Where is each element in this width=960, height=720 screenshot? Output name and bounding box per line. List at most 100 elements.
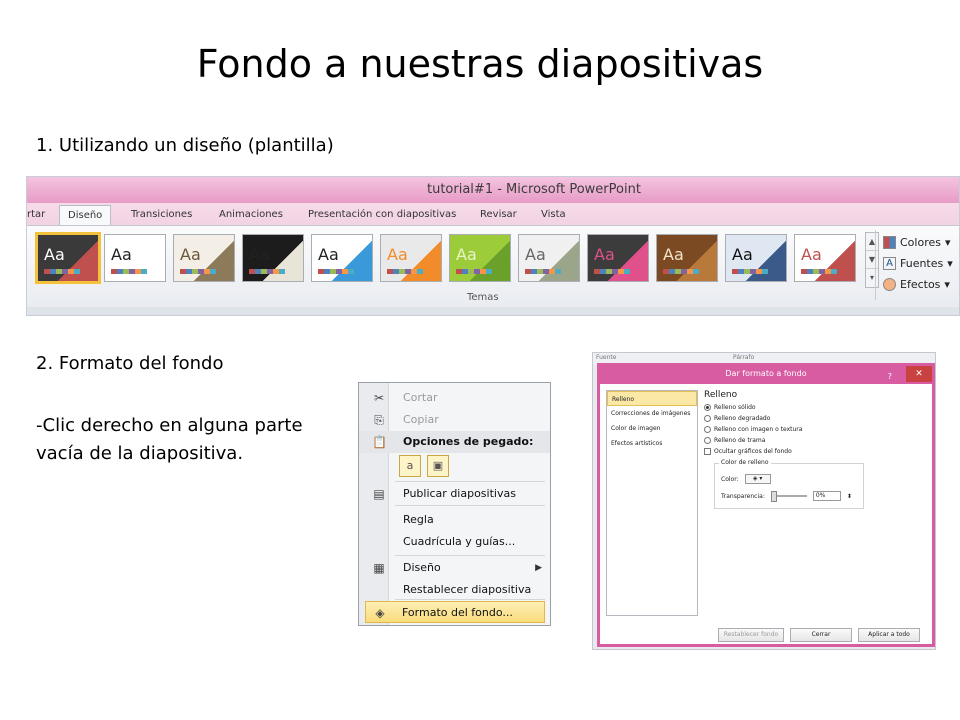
radio-icon	[704, 426, 711, 433]
theme-thumbnail-4[interactable]: Aa	[242, 234, 304, 282]
theme-sample-text: Aa	[525, 245, 546, 264]
theme-thumbnail-2[interactable]: Aa	[104, 234, 166, 282]
gallery-more-icon[interactable]: ▾	[866, 269, 878, 287]
group-label-temas: Temas	[467, 292, 499, 303]
menu-item-5[interactable]: Regla	[359, 509, 550, 531]
theme-color-swatches	[801, 269, 837, 274]
fill-pane: Relleno Relleno sólido Relleno degradado R…	[704, 390, 926, 616]
theme-sample-text: Aa	[387, 245, 408, 264]
theme-color-swatches	[180, 269, 216, 274]
efectos-button[interactable]: Efectos ▾	[883, 274, 953, 295]
theme-thumbnail-6[interactable]: Aa	[380, 234, 442, 282]
theme-color-swatches	[594, 269, 630, 274]
theme-thumbnail-9[interactable]: Aa	[587, 234, 649, 282]
layout-icon: ▦	[373, 561, 385, 575]
close-button[interactable]: Cerrar	[790, 628, 852, 642]
menu-item-label: Formato del fondo...	[402, 606, 513, 619]
theme-color-swatches	[732, 269, 768, 274]
gallery-down-icon[interactable]: ▼	[866, 251, 878, 269]
menu-item-label: Copiar	[403, 413, 439, 426]
theme-sample-text: Aa	[249, 245, 270, 264]
theme-thumbnail-11[interactable]: Aa	[725, 234, 787, 282]
chevron-down-icon: ▾	[944, 236, 951, 249]
colores-button[interactable]: Colores ▾	[883, 232, 953, 253]
nav-item-relleno[interactable]: Relleno	[607, 391, 697, 406]
close-icon[interactable]: ✕	[906, 366, 932, 382]
fill-option-1[interactable]: Relleno sólido	[704, 402, 926, 413]
color-picker-button[interactable]: ◈ ▾	[744, 474, 771, 484]
menu-item-2[interactable]: ⎘ Copiar	[359, 409, 550, 431]
fill-color-group: Color de relleno Color: ◈ ▾ Transparenci…	[714, 459, 864, 509]
theme-sample-text: Aa	[594, 245, 615, 264]
menu-item-9[interactable]: ◈ Formato del fondo...	[365, 601, 545, 623]
fill-option-3[interactable]: Relleno con imagen o textura	[704, 424, 926, 435]
radio-icon	[704, 404, 711, 411]
dialog-title: Dar formato a fondo	[725, 369, 807, 378]
tab-animaciones[interactable]: Animaciones	[219, 209, 283, 220]
reset-background-button[interactable]: Restablecer fondo	[718, 628, 784, 642]
menu-item-label: Diseño	[403, 561, 441, 574]
nav-item-correcciones[interactable]: Correcciones de imágenes	[607, 406, 697, 421]
fill-option-label: Relleno sólido	[714, 404, 756, 411]
window-title: tutorial#1 - Microsoft PowerPoint	[427, 182, 641, 197]
paste-keep-text-button[interactable]: a	[399, 455, 421, 477]
tab-transiciones[interactable]: Transiciones	[131, 209, 192, 220]
tab-insertar[interactable]: rtar	[27, 209, 45, 220]
dialog-screenshot: Fuente Párrafo Dar formato a fondo ? ✕ R…	[592, 352, 936, 650]
theme-color-swatches	[318, 269, 354, 274]
theme-color-swatches	[663, 269, 699, 274]
color-label: Color:	[721, 475, 739, 483]
paint-bucket-icon: ◈	[375, 606, 385, 620]
tab-revisar[interactable]: Revisar	[480, 209, 517, 220]
theme-thumbnail-5[interactable]: Aa	[311, 234, 373, 282]
theme-thumbnail-12[interactable]: Aa	[794, 234, 856, 282]
menu-item-1[interactable]: ✂ Cortar	[359, 387, 550, 409]
apply-all-button[interactable]: Aplicar a todo	[858, 628, 920, 642]
gallery-up-icon[interactable]: ▲	[866, 233, 878, 251]
window-titlebar: tutorial#1 - Microsoft PowerPoint	[27, 177, 959, 203]
menu-item-8[interactable]: Restablecer diapositiva	[359, 579, 550, 601]
paste-picture-button[interactable]: ▣	[427, 455, 449, 477]
hide-graphics-checkbox[interactable]: Ocultar gráficos del fondo	[704, 446, 926, 457]
menu-item-label: Cuadrícula y guías...	[403, 535, 516, 548]
menu-item-label: Opciones de pegado:	[403, 435, 534, 448]
theme-options: Colores ▾ A Fuentes ▾ Efectos ▾	[883, 232, 953, 295]
theme-color-swatches	[111, 269, 147, 274]
theme-thumbnail-10[interactable]: Aa	[656, 234, 718, 282]
fill-option-label: Relleno degradado	[714, 415, 771, 422]
step-2-heading: 2. Formato del fondo	[36, 353, 224, 374]
theme-sample-text: Aa	[732, 245, 753, 264]
nav-item-efectos[interactable]: Efectos artísticos	[607, 436, 697, 451]
transparency-input[interactable]: 0%	[812, 491, 841, 501]
dialog-titlebar: Dar formato a fondo ? ✕	[600, 366, 932, 384]
menu-item-label: Restablecer diapositiva	[403, 583, 532, 596]
tab-presentacion[interactable]: Presentación con diapositivas	[308, 209, 456, 220]
fill-option-label: Relleno de trama	[714, 437, 766, 444]
transparency-slider[interactable]	[770, 491, 807, 502]
fuentes-button[interactable]: A Fuentes ▾	[883, 253, 953, 274]
nav-item-color-imagen[interactable]: Color de imagen	[607, 421, 697, 436]
chevron-down-icon: ▾	[944, 278, 950, 291]
fuentes-label: Fuentes	[900, 257, 944, 270]
theme-thumbnail-7[interactable]: Aa	[449, 234, 511, 282]
menu-item-7[interactable]: ▦ Diseño ▶	[359, 557, 550, 579]
theme-thumbnail-1[interactable]: Aa	[35, 232, 101, 284]
spinner-icon[interactable]: ⬍	[847, 493, 852, 500]
help-icon[interactable]: ?	[888, 369, 892, 385]
radio-icon	[704, 415, 711, 422]
theme-thumbnail-3[interactable]: Aa	[173, 234, 235, 282]
theme-color-swatches	[249, 269, 285, 274]
theme-thumbnail-8[interactable]: Aa	[518, 234, 580, 282]
gallery-scroll[interactable]: ▲ ▼ ▾	[865, 232, 879, 288]
menu-item-6[interactable]: Cuadrícula y guías...	[359, 531, 550, 553]
menu-item-4[interactable]: ▤ Publicar diapositivas	[359, 483, 550, 505]
tab-vista[interactable]: Vista	[541, 209, 566, 220]
fill-option-2[interactable]: Relleno degradado	[704, 413, 926, 424]
menu-separator	[395, 505, 545, 506]
format-background-dialog: Dar formato a fondo ? ✕ Relleno Correcci…	[597, 363, 935, 647]
step-1-heading: 1. Utilizando un diseño (plantilla)	[36, 135, 334, 156]
tab-diseno[interactable]: Diseño	[59, 205, 112, 226]
bg-label-parrafo: Párrafo	[733, 354, 755, 361]
menu-item-3: 📋 Opciones de pegado:	[359, 431, 550, 453]
fill-option-4[interactable]: Relleno de trama	[704, 435, 926, 446]
